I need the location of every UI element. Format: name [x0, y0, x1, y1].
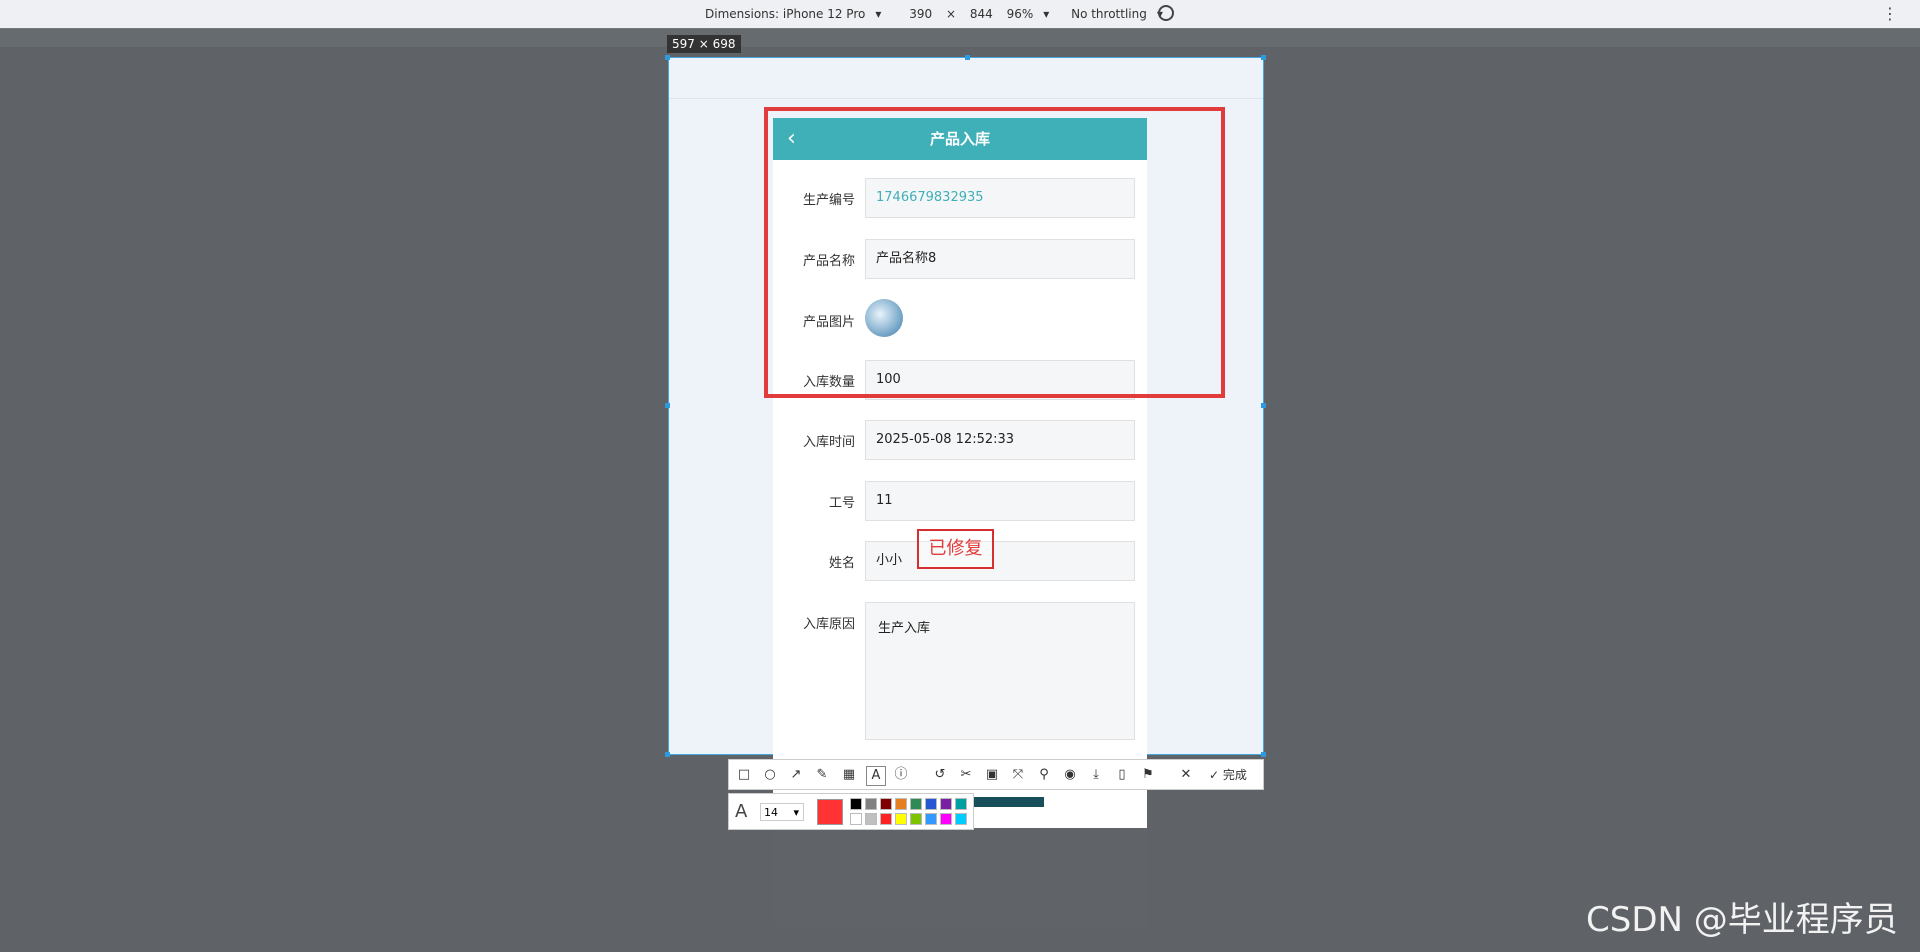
current-color-swatch[interactable] [817, 799, 843, 825]
color-swatch[interactable] [925, 813, 937, 825]
done-button[interactable]: ✓ 完成 [1209, 766, 1247, 783]
close-icon[interactable]: ✕ [1177, 766, 1195, 784]
ellipse-tool-icon[interactable]: ○ [761, 766, 779, 784]
download-icon[interactable]: ⤓ [1087, 766, 1105, 784]
field-label: 入库时间 [802, 435, 855, 450]
color-swatch[interactable] [910, 813, 922, 825]
scroll-capture-icon[interactable]: ⤧ [1009, 766, 1027, 784]
name-field[interactable]: 小小 [865, 541, 1135, 581]
text-tool-icon[interactable]: A [866, 766, 886, 786]
color-swatch[interactable] [895, 813, 907, 825]
viewport-divider [669, 98, 1263, 99]
field-label: 姓名 [828, 556, 855, 571]
color-swatch[interactable] [910, 798, 922, 810]
record-icon[interactable]: ◉ [1061, 766, 1079, 784]
watermark: CSDN @毕业程序员 [1586, 900, 1898, 940]
mosaic-tool-icon[interactable]: ▦ [840, 766, 858, 784]
font-icon: A [735, 801, 748, 822]
color-swatch[interactable] [925, 798, 937, 810]
color-swatch[interactable] [880, 798, 892, 810]
font-size-select[interactable]: 14 ▾ [760, 803, 804, 821]
size-badge: 597 × 698 [667, 35, 741, 53]
zoom-select[interactable]: 96% [1007, 7, 1034, 21]
highlight-rectangle [764, 107, 1225, 398]
resize-handle[interactable] [665, 403, 670, 408]
resize-handle[interactable] [1261, 55, 1266, 60]
employee-no-field[interactable]: 11 [865, 481, 1135, 521]
reason-textarea[interactable]: 生产入库 [865, 602, 1135, 740]
pencil-tool-icon[interactable]: ✎ [813, 766, 831, 784]
device-select[interactable]: Dimensions: iPhone 12 Pro [705, 7, 865, 21]
resize-handle[interactable] [1261, 403, 1266, 408]
number-tool-icon[interactable]: ⓘ [892, 766, 910, 784]
width-input[interactable]: 390 [909, 7, 932, 21]
resize-handle[interactable] [965, 55, 970, 60]
height-input[interactable]: 844 [970, 7, 993, 21]
screenshot-toolbar: □ ○ ↗ ✎ ▦ A ⓘ ↺ ✂ ▣ ⤧ ⚲ ◉ ⤓ ▯ ⚑ ✕ ✓ 完成 [728, 759, 1264, 790]
field-label: 入库原因 [802, 617, 855, 632]
dropdown-arrow-icon[interactable]: ▾ [793, 804, 799, 822]
ocr-icon[interactable]: ▣ [983, 766, 1001, 784]
arrow-tool-icon[interactable]: ↗ [787, 766, 805, 784]
color-swatch[interactable] [865, 798, 877, 810]
time-field[interactable]: 2025-05-08 12:52:33 [865, 420, 1135, 460]
dropdown-arrow-icon[interactable]: ▾ [1043, 7, 1049, 21]
undo-icon[interactable]: ↺ [931, 766, 949, 784]
throttling-select[interactable]: No throttling [1071, 7, 1147, 21]
media-query-ruler [0, 28, 1920, 47]
annotation-label: 已修复 [917, 529, 994, 569]
devtools-device-toolbar: Dimensions: iPhone 12 Pro ▾ 390 × 844 96%… [0, 0, 1920, 28]
pin-icon[interactable]: ⚲ [1035, 766, 1053, 784]
color-swatch[interactable] [955, 798, 967, 810]
color-swatch[interactable] [940, 813, 952, 825]
done-label: 完成 [1222, 768, 1247, 782]
rectangle-tool-icon[interactable]: □ [735, 766, 753, 784]
color-swatch[interactable] [865, 813, 877, 825]
dropdown-arrow-icon[interactable]: ▾ [875, 7, 881, 21]
text-style-toolbar: A 14 ▾ [728, 793, 974, 830]
bookmark-icon[interactable]: ⚑ [1139, 766, 1157, 784]
times-sign: × [945, 7, 956, 21]
color-swatch[interactable] [895, 798, 907, 810]
resize-handle[interactable] [1261, 752, 1266, 757]
field-label: 工号 [828, 496, 855, 511]
color-swatch[interactable] [880, 813, 892, 825]
more-options-icon[interactable]: ⋮ [1882, 4, 1898, 23]
check-icon: ✓ [1209, 768, 1220, 782]
color-swatch[interactable] [850, 813, 862, 825]
dimmed-overflow [773, 828, 1147, 926]
color-swatch[interactable] [850, 798, 862, 810]
resize-handle[interactable] [665, 752, 670, 757]
color-swatch[interactable] [940, 798, 952, 810]
rotate-icon[interactable] [1158, 5, 1174, 21]
color-swatch[interactable] [955, 813, 967, 825]
cut-icon[interactable]: ✂ [957, 766, 975, 784]
phone-icon[interactable]: ▯ [1113, 766, 1131, 784]
font-size-value: 14 [764, 806, 778, 819]
resize-handle[interactable] [665, 55, 670, 60]
